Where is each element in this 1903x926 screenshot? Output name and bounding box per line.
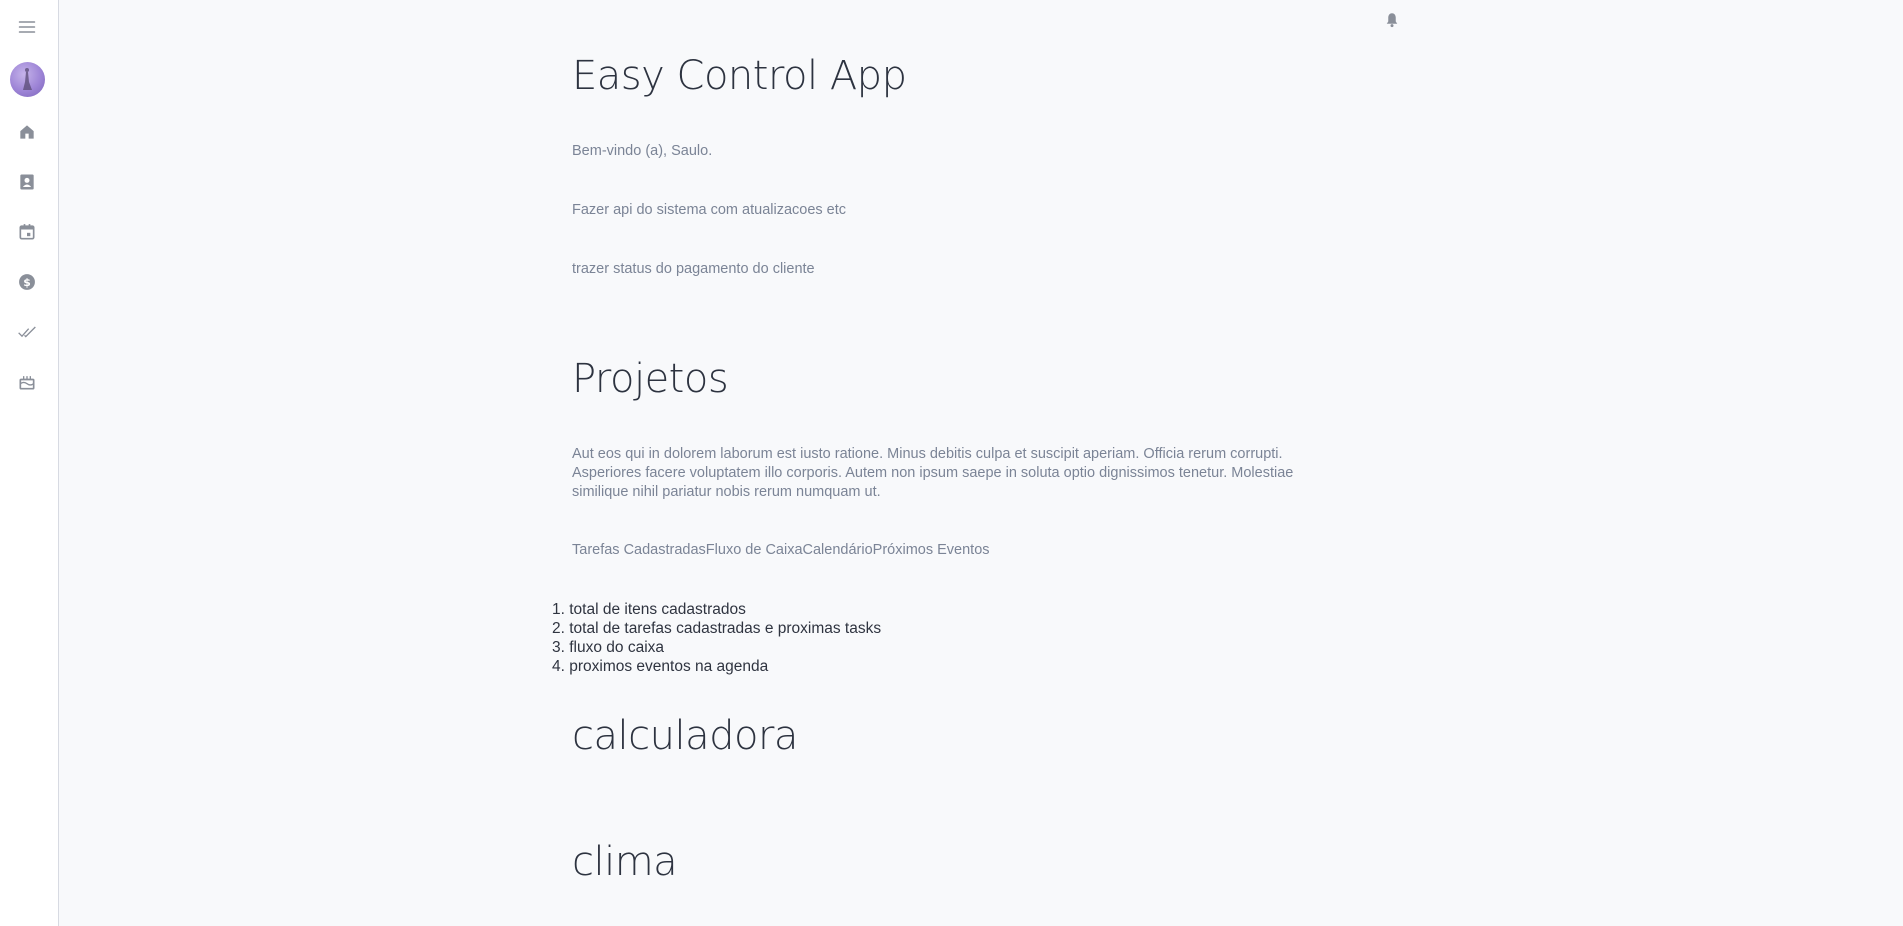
tab-fluxo-de-caixa[interactable]: Fluxo de Caixa (706, 542, 803, 558)
sidebar-item-finance[interactable]: $ (12, 267, 42, 297)
projects-description: Aut eos qui in dolorem laborum est iusto… (572, 446, 1294, 500)
cake-icon (19, 376, 35, 390)
svg-text:$: $ (23, 276, 31, 289)
sidebar-item-contacts[interactable] (12, 167, 42, 197)
tabs-row: Tarefas CadastradasFluxo de CaixaCalendá… (572, 542, 990, 558)
list-item: total de itens cadastrados (552, 600, 881, 619)
sidebar: $ (0, 0, 59, 926)
sidebar-item-tasks[interactable] (12, 317, 42, 347)
tab-proximos-eventos[interactable]: Próximos Eventos (873, 542, 990, 558)
dollar-coin-icon: $ (19, 274, 35, 290)
tab-tarefas-cadastradas[interactable]: Tarefas Cadastradas (572, 542, 706, 558)
avatar[interactable] (10, 62, 45, 97)
avatar-image (23, 68, 32, 90)
calculator-heading: calculadora (572, 713, 798, 759)
projects-heading: Projetos (572, 356, 729, 402)
menu-button[interactable] (12, 12, 42, 42)
calendar-icon (19, 224, 35, 240)
home-icon (20, 125, 34, 139)
page-title: Easy Control App (572, 53, 907, 99)
notifications-button[interactable] (1383, 11, 1401, 29)
double-check-icon (18, 326, 36, 338)
list-item: proximos eventos na agenda (552, 657, 881, 676)
weather-heading: clima (572, 839, 678, 885)
bell-icon (1386, 13, 1398, 28)
menu-icon (18, 21, 36, 33)
todo-list: total de itens cadastrados total de tare… (552, 600, 881, 676)
contact-card-icon (20, 174, 34, 190)
list-item: fluxo do caixa (552, 638, 881, 657)
sidebar-item-calendar[interactable] (12, 217, 42, 247)
list-item: total de tarefas cadastradas e proximas … (552, 619, 881, 638)
note-text-2: trazer status do pagamento do cliente (572, 261, 815, 277)
note-text-1: Fazer api do sistema com atualizacoes et… (572, 202, 847, 218)
welcome-text: Bem-vindo (a), Saulo. (572, 143, 713, 159)
tab-calendario[interactable]: Calendário (803, 542, 873, 558)
sidebar-item-home[interactable] (12, 117, 42, 147)
sidebar-item-events[interactable] (12, 367, 42, 397)
